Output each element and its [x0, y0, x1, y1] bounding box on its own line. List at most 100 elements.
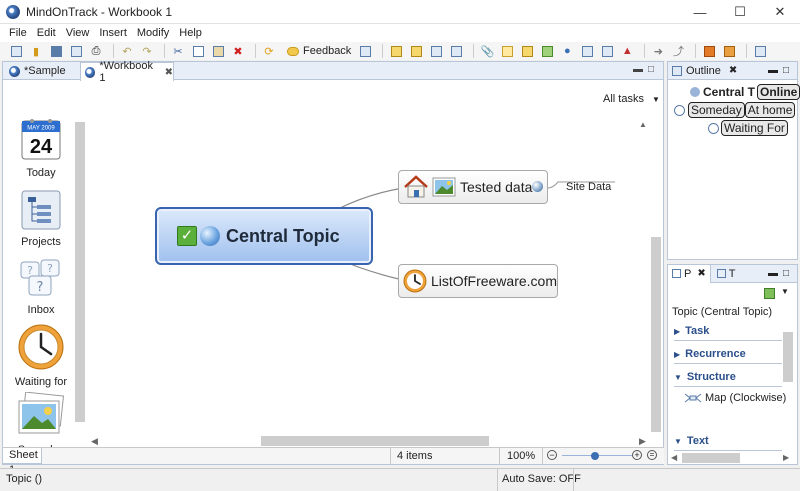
topic-icon	[690, 87, 700, 97]
properties-icon	[672, 269, 681, 278]
status-separator	[499, 448, 500, 464]
undo-icon[interactable]: ↶	[119, 44, 135, 58]
feedback-button[interactable]: Feedback	[281, 45, 357, 57]
tab-t[interactable]: T	[711, 268, 742, 280]
expand-icon: ▶	[674, 350, 681, 359]
section-recurrence[interactable]: ▶ Recurrence	[674, 348, 782, 364]
print-icon[interactable]: ⎙	[88, 44, 104, 58]
view-menu-icon[interactable]: ▼	[781, 287, 789, 296]
menu-file[interactable]: File	[4, 27, 32, 39]
save-all-icon[interactable]	[68, 44, 84, 58]
menu-view[interactable]: View	[61, 27, 95, 39]
add-property-icon[interactable]	[764, 288, 775, 299]
hyperlink-globe-icon[interactable]	[532, 181, 543, 192]
outline-item-3[interactable]: Waiting For	[708, 120, 788, 136]
menu-help[interactable]: Help	[174, 27, 207, 39]
minimize-button[interactable]: —	[680, 0, 720, 24]
toolbar-separator	[473, 44, 475, 58]
expand-icon: ▶	[674, 327, 681, 336]
minimize-view-icon[interactable]: ▬	[768, 268, 778, 279]
topic-tested-data[interactable]: Tested data	[398, 170, 548, 204]
scroll-left-icon[interactable]: ◀	[671, 453, 677, 462]
toolbar: ▮ ⎙ ↶ ↷ ✂ ✖ ⟳ Feedback 📎 ● ▲ ➜ ⤴	[0, 42, 800, 60]
preferences-icon[interactable]	[752, 44, 768, 58]
section-task[interactable]: ▶ Task	[674, 325, 782, 341]
lock-icon[interactable]	[721, 44, 737, 58]
status-separator	[542, 448, 543, 464]
delete-icon[interactable]: ✖	[230, 44, 246, 58]
scroll-right-icon[interactable]: ▶	[783, 453, 789, 462]
attachment-icon[interactable]: 📎	[479, 44, 495, 58]
refresh-icon[interactable]: ⟳	[261, 44, 277, 58]
menu-bar: File Edit View Insert Modify Help	[0, 24, 800, 42]
menu-edit[interactable]: Edit	[32, 27, 61, 39]
insert-parent-icon[interactable]	[448, 44, 464, 58]
subtopic-site-data[interactable]: Site Data	[566, 181, 611, 193]
maximize-view-icon[interactable]: □	[783, 65, 789, 76]
picture-icon	[432, 177, 456, 197]
toolbar-separator	[746, 44, 748, 58]
outline-tab-label: Outline	[686, 64, 721, 77]
relationship-icon[interactable]	[579, 44, 595, 58]
status-separator	[573, 469, 574, 491]
section-text[interactable]: ▼ Text	[674, 435, 782, 451]
zoom-slider-handle[interactable]	[591, 452, 599, 460]
sheet-tab[interactable]: Sheet 1	[2, 448, 42, 476]
outline-item-central[interactable]: Central T Online	[690, 84, 800, 100]
globe-icon	[200, 226, 220, 246]
topic-label: Tested data	[460, 179, 533, 195]
properties-horizontal-scroll-thumb[interactable]	[682, 453, 740, 463]
toolbar-separator	[113, 44, 114, 58]
close-tab-icon[interactable]: ✖	[729, 65, 737, 76]
properties-vertical-scroll-thumb[interactable]	[783, 332, 793, 382]
home-icon	[404, 175, 428, 198]
cut-icon[interactable]: ✂	[170, 44, 186, 58]
open-folder-icon[interactable]: ▮	[28, 44, 44, 58]
section-label: Structure	[686, 371, 736, 383]
topic-listoffreeware[interactable]: ListOfFreeware.com	[398, 264, 558, 298]
tasks-icon	[716, 269, 726, 278]
maximize-view-icon[interactable]: □	[783, 268, 789, 279]
task-icon[interactable]	[701, 44, 717, 58]
central-topic[interactable]: ✓ Central Topic	[155, 207, 373, 265]
close-button[interactable]: ✕	[760, 0, 800, 24]
outline-chip: Waiting For	[721, 120, 788, 136]
insert-subtopic-icon[interactable]	[408, 44, 424, 58]
save-icon[interactable]	[48, 44, 64, 58]
structure-label: Map (Clockwise)	[705, 392, 787, 404]
outline-item-2[interactable]: Someday At home	[674, 102, 796, 118]
boundary-icon[interactable]	[599, 44, 615, 58]
zoom-level: 100%	[507, 450, 536, 462]
export-icon[interactable]	[357, 44, 373, 58]
title-bar: MindOnTrack - Workbook 1 — ☐ ✕	[0, 0, 800, 24]
close-tab-icon[interactable]: ✖	[697, 268, 705, 279]
paste-icon[interactable]	[210, 44, 226, 58]
label-icon[interactable]	[519, 44, 535, 58]
new-workbook-icon[interactable]	[8, 44, 24, 58]
outline-icon	[672, 65, 682, 76]
structure-value[interactable]: Map (Clockwise)	[684, 392, 786, 404]
redo-icon[interactable]: ↷	[139, 44, 155, 58]
image-icon[interactable]	[539, 44, 555, 58]
marker-icon[interactable]: ▲	[619, 44, 635, 58]
zoom-out-icon[interactable]: −	[547, 450, 557, 460]
drill-up-icon[interactable]: ⤴	[670, 44, 686, 58]
hyperlink-icon[interactable]: ●	[559, 44, 575, 58]
zoom-in-icon[interactable]: +	[632, 450, 642, 460]
section-structure[interactable]: ▼ Structure	[674, 371, 782, 387]
insert-before-icon[interactable]	[428, 44, 444, 58]
zoom-fit-icon[interactable]: =	[647, 450, 657, 460]
outline-tab[interactable]: Outline ✖ ▬ □	[668, 62, 797, 80]
minimize-view-icon[interactable]: ▬	[768, 65, 778, 76]
maximize-button[interactable]: ☐	[720, 0, 760, 24]
copy-icon[interactable]	[190, 44, 206, 58]
notes-icon[interactable]	[499, 44, 515, 58]
tab-properties[interactable]: P ✖	[668, 264, 711, 283]
properties-panel: P ✖ T ▬ □ ▼ Topic (Central Topic) ▶ Task …	[667, 264, 798, 465]
autosave-status[interactable]: Auto Save: OFF	[502, 473, 581, 485]
outline-chip: Someday	[688, 102, 745, 118]
menu-modify[interactable]: Modify	[132, 27, 174, 39]
drill-down-icon[interactable]: ➜	[650, 44, 666, 58]
insert-topic-icon[interactable]	[388, 44, 404, 58]
menu-insert[interactable]: Insert	[94, 27, 132, 39]
